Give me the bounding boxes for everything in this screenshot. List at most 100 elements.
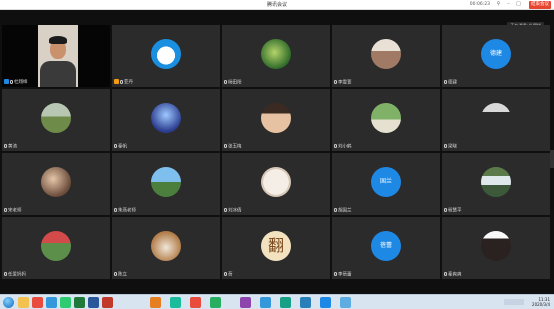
app-icon[interactable] — [240, 297, 251, 308]
participant-name-row: 秦爽爽 — [444, 271, 462, 279]
app-icon[interactable] — [170, 297, 181, 308]
participant-name: 任爱妈妈 — [8, 272, 26, 277]
microphone-icon — [444, 207, 447, 212]
avatar — [151, 167, 181, 197]
microphone-icon — [224, 79, 227, 84]
participant-tile[interactable]: 陈立 — [112, 217, 220, 279]
app-icon[interactable] — [280, 297, 291, 308]
participant-tile[interactable]: 刘小鹤 — [332, 89, 440, 151]
participant-tile[interactable]: 国兰胡国兰 — [332, 153, 440, 215]
participant-name-row: 蓓 — [224, 271, 233, 279]
microphone-icon — [224, 143, 227, 148]
app-icon[interactable] — [190, 297, 201, 308]
participant-name: 朱燕老师 — [118, 208, 136, 213]
participant-tile[interactable]: 程慧平 — [442, 153, 550, 215]
participant-name-row: 宋老师 — [4, 207, 22, 215]
avatar-initials: 德建 — [481, 39, 511, 69]
avatar — [481, 103, 511, 133]
participant-tile[interactable]: 杜翔样 — [2, 25, 110, 87]
participant-name-row: 杨田阳 — [224, 79, 242, 87]
start-button[interactable] — [3, 297, 14, 308]
app-icon[interactable] — [340, 297, 351, 308]
participant-name: 胡国兰 — [338, 208, 352, 213]
participant-tile[interactable]: 宋老师 — [2, 153, 110, 215]
participant-name-row: 梁晓 — [444, 143, 457, 151]
participant-tile[interactable]: 刘冰倩 — [222, 153, 330, 215]
host-badge-icon — [4, 79, 9, 84]
app-icon[interactable] — [260, 297, 271, 308]
taskbar-clock[interactable]: 11:31 2020/3/4 — [532, 297, 550, 307]
participant-tile[interactable]: 李雯萱 — [332, 25, 440, 87]
participant-name: 刘小鹤 — [338, 144, 352, 149]
participant-name-row: 亚丹 — [114, 79, 133, 86]
camera-video — [38, 25, 78, 87]
taskbar: 11:31 2020/3/4 — [0, 294, 554, 309]
system-tray[interactable] — [504, 299, 524, 305]
microphone-icon — [114, 271, 117, 276]
participant-tile[interactable]: 亚丹 — [112, 25, 220, 87]
participant-name-row: 刘小鹤 — [334, 143, 352, 151]
participant-name-row: 胡国兰 — [334, 207, 352, 215]
avatar — [261, 39, 291, 69]
avatar — [371, 39, 401, 69]
participant-name-row: 程慧平 — [444, 207, 462, 215]
maximize-icon[interactable]: □ — [515, 1, 522, 8]
participant-tile[interactable]: 任爱妈妈 — [2, 217, 110, 279]
participant-tile[interactable]: 朱燕老师 — [112, 153, 220, 215]
avatar — [261, 167, 291, 197]
cohost-badge-icon — [114, 79, 119, 84]
participant-tile[interactable]: 杨田阳 — [222, 25, 330, 87]
app-icon[interactable] — [300, 297, 311, 308]
media-icon[interactable] — [32, 297, 43, 308]
participant-name-row: 李雯萱 — [334, 79, 352, 87]
ppt-icon[interactable] — [102, 297, 113, 308]
avatar — [151, 231, 181, 261]
pin-icon[interactable]: ⚲ — [495, 1, 502, 8]
avatar — [41, 167, 71, 197]
participant-name-row: 张玉梅 — [224, 143, 242, 151]
participant-name-row: 刘冰倩 — [224, 207, 242, 215]
participant-name: 杨田阳 — [228, 80, 242, 85]
minimize-icon[interactable]: – — [505, 1, 512, 8]
avatar-initials: 国兰 — [371, 167, 401, 197]
explorer-icon[interactable] — [18, 297, 29, 308]
app-icon[interactable] — [150, 297, 161, 308]
word-icon[interactable] — [88, 297, 99, 308]
browser-icon[interactable] — [46, 297, 57, 308]
tencent-meeting-icon[interactable] — [320, 297, 331, 308]
participant-tile[interactable]: 翻蓓 — [222, 217, 330, 279]
app-icon[interactable] — [210, 297, 221, 308]
meeting-timer: 00:06:23 — [469, 2, 490, 7]
participant-tile[interactable]: 黄涛 — [2, 89, 110, 151]
avatar — [371, 103, 401, 133]
participant-name-row: 朱燕老师 — [114, 207, 136, 215]
participant-name-row: 李蓓蕾 — [334, 271, 352, 279]
microphone-icon — [224, 207, 227, 212]
participant-name: 梁晓 — [448, 144, 457, 149]
avatar — [41, 231, 71, 261]
participant-tile[interactable]: 张玉梅 — [222, 89, 330, 151]
participant-name: 宋老师 — [8, 208, 22, 213]
participant-name-row: 陈立 — [114, 271, 127, 279]
participant-name: 李蓓蕾 — [338, 272, 352, 277]
side-panel-handle[interactable] — [550, 150, 554, 168]
microphone-icon — [4, 143, 7, 148]
microphone-icon — [444, 79, 447, 84]
wechat-icon[interactable] — [60, 297, 71, 308]
participant-name: 蓓 — [228, 272, 233, 277]
participant-tile[interactable]: 秦帆 — [112, 89, 220, 151]
microphone-icon — [334, 207, 337, 212]
participant-name: 秦爽爽 — [448, 272, 462, 277]
avatar — [481, 231, 511, 261]
participant-tile[interactable]: 梁晓 — [442, 89, 550, 151]
microphone-icon — [334, 143, 337, 148]
avatar — [481, 167, 511, 197]
participant-tile[interactable]: 蓓蕾 李蓓蕾 — [332, 217, 440, 279]
participant-name-row: 黄涛 — [4, 143, 17, 151]
clock-date: 2020/3/4 — [532, 302, 550, 307]
participant-tile[interactable]: 德建 德建 — [442, 25, 550, 87]
end-meeting-button[interactable]: 结束会议 — [529, 1, 551, 9]
excel-icon[interactable] — [74, 297, 85, 308]
participant-name: 刘冰倩 — [228, 208, 242, 213]
participant-tile[interactable]: 秦爽爽 — [442, 217, 550, 279]
